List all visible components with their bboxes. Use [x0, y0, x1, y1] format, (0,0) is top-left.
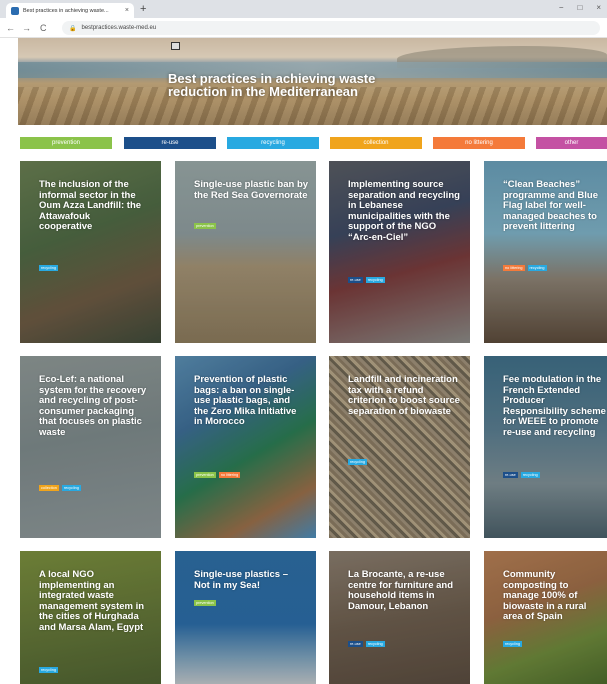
category-label: collection [363, 140, 389, 146]
category-recycling[interactable]: recycling [227, 137, 319, 149]
tag[interactable]: recycling [503, 641, 522, 647]
practice-card[interactable]: Fee modulation in the French Extended Pr… [484, 356, 607, 538]
card-tags: collection recycling [39, 485, 81, 491]
tag[interactable]: recycling [348, 459, 367, 465]
card-tags: recycling [503, 641, 522, 647]
category-collection[interactable]: collection [330, 137, 422, 149]
card-title: Eco-Lef: a national system for the recov… [39, 374, 147, 438]
category-label: prevention [51, 140, 81, 146]
category-label: no littering [465, 140, 493, 146]
category-filter-bar: prevention re-use recycling collection n… [20, 137, 607, 149]
close-window-icon[interactable]: × [596, 3, 601, 12]
card-tags: prevention no littering [194, 472, 241, 478]
category-prevention[interactable]: prevention [20, 137, 112, 149]
practice-card[interactable]: The inclusion of the informal sector in … [20, 161, 161, 343]
category-label: recycling [261, 140, 285, 146]
practice-card[interactable]: Landfill and incineration tax with a ref… [329, 356, 470, 538]
practice-card[interactable]: Prevention of plastic bags: a ban on sin… [175, 356, 316, 538]
tag[interactable]: re-use [348, 277, 363, 283]
maximize-icon[interactable]: □ [577, 3, 582, 12]
tag[interactable]: recycling [365, 277, 385, 283]
url-text[interactable]: bestpractices.waste-med.eu [81, 25, 156, 31]
hero-title: Best practices in achieving waste reduct… [168, 71, 376, 99]
favicon-icon [11, 6, 19, 15]
browser-tab[interactable]: Best practices in achieving waste... × [6, 3, 134, 18]
new-tab-button[interactable]: + [140, 3, 146, 15]
practice-card[interactable]: A local NGO implementing an integrated w… [20, 551, 161, 684]
card-title: La Brocante, a re-use centre for furnitu… [348, 569, 454, 612]
category-no-littering[interactable]: no littering [433, 137, 525, 149]
tab-close-icon[interactable]: × [125, 7, 129, 14]
card-title: Community composting to manage 100% of b… [503, 569, 587, 622]
tag[interactable]: no littering [503, 265, 525, 271]
tag[interactable]: prevention [194, 600, 216, 606]
tag[interactable]: re-use [348, 641, 363, 647]
card-title: Implementing source separation and recyc… [348, 179, 460, 243]
tag[interactable]: recycling [527, 265, 547, 271]
card-title: Fee modulation in the French Extended Pr… [503, 374, 606, 438]
tag[interactable]: re-use [503, 472, 518, 478]
card-title: “Clean Beaches” programme and Blue Flag … [503, 179, 599, 232]
tab-title: Best practices in achieving waste... [23, 7, 109, 14]
tag[interactable]: recycling [520, 472, 540, 478]
window-controls: − □ × [559, 3, 601, 12]
card-tags: re-use recycling [503, 472, 540, 478]
practice-card[interactable]: Single-use plastic ban by the Red Sea Go… [175, 161, 316, 343]
card-tags: re-use recycling [348, 641, 385, 647]
address-bar[interactable]: 🔒 bestpractices.waste-med.eu [62, 21, 600, 35]
card-title: Landfill and incineration tax with a ref… [348, 374, 460, 417]
tag[interactable]: prevention [194, 223, 216, 229]
card-tags: re-use recycling [348, 277, 385, 283]
tag[interactable]: recycling [39, 265, 58, 271]
back-icon[interactable]: ← [6, 22, 15, 34]
card-tags: recycling [348, 459, 367, 465]
card-title: Prevention of plastic bags: a ban on sin… [194, 374, 297, 427]
tag[interactable]: recycling [61, 485, 81, 491]
tag[interactable]: no littering [218, 472, 241, 478]
card-title: A local NGO implementing an integrated w… [39, 569, 145, 633]
card-tags: prevention [194, 223, 216, 229]
browser-toolbar: ← → C 🔒 bestpractices.waste-med.eu [0, 18, 607, 38]
browser-tab-bar: Best practices in achieving waste... × +… [0, 0, 607, 18]
reload-icon[interactable]: C [40, 22, 47, 34]
practice-card[interactable]: Single-use plastics – Not in my Sea! pre… [175, 551, 316, 684]
forward-icon[interactable]: → [22, 22, 31, 34]
category-re-use[interactable]: re-use [124, 137, 216, 149]
minimize-icon[interactable]: − [559, 3, 564, 12]
category-other[interactable]: other [536, 137, 607, 149]
card-title: Single-use plastics – Not in my Sea! [194, 569, 288, 591]
practice-card[interactable]: Eco-Lef: a national system for the recov… [20, 356, 161, 538]
practice-card[interactable]: “Clean Beaches” programme and Blue Flag … [484, 161, 607, 343]
card-tags: prevention [194, 600, 216, 606]
site-logo-icon[interactable] [171, 42, 180, 50]
practice-card[interactable]: Implementing source separation and recyc… [329, 161, 470, 343]
tag[interactable]: recycling [39, 667, 58, 673]
category-label: re-use [161, 140, 179, 146]
lock-icon: 🔒 [69, 25, 77, 32]
category-label: other [564, 140, 579, 146]
tag[interactable]: collection [39, 485, 59, 491]
tag[interactable]: prevention [194, 472, 216, 478]
card-tags: no littering recycling [503, 265, 547, 271]
card-title: Single-use plastic ban by the Red Sea Go… [194, 179, 309, 201]
practice-card[interactable]: La Brocante, a re-use centre for furnitu… [329, 551, 470, 684]
tag[interactable]: recycling [365, 641, 385, 647]
card-tags: recycling [39, 667, 58, 673]
card-title: The inclusion of the informal sector in … [39, 179, 142, 232]
card-tags: recycling [39, 265, 58, 271]
practice-card[interactable]: Community composting to manage 100% of b… [484, 551, 607, 684]
hero-banner: Best practices in achieving waste reduct… [18, 38, 607, 125]
